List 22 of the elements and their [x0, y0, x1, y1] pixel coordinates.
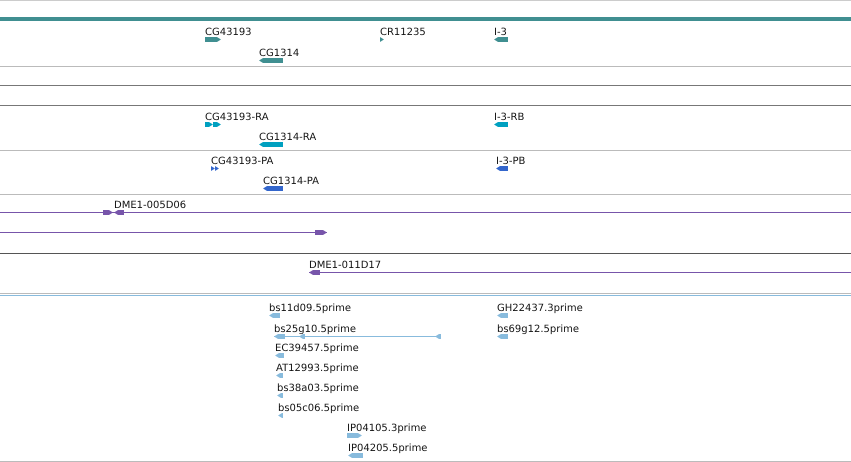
feature-label: bs69g12.5prime	[497, 324, 580, 335]
feature-label: AT12993.5prime	[276, 363, 359, 374]
feature-label: bs38a03.5prime	[277, 383, 359, 394]
feature-label: I-3-RB	[494, 112, 524, 123]
feature-label: IP04105.3prime	[347, 423, 426, 434]
feature-label: CG1314-RA	[259, 132, 316, 143]
feature-label: EC39457.5prime	[275, 343, 359, 354]
feature-label: IP04205.5prime	[348, 443, 428, 454]
feature-label: bs25g10.5prime	[274, 324, 356, 335]
feature-label: I-3-PB	[496, 156, 526, 167]
feature-label: CR11235	[380, 27, 426, 38]
feature-label: CG43193-RA	[205, 112, 269, 123]
feature-label: bs05c06.5prime	[278, 403, 360, 414]
feature-label: GH22437.3prime	[497, 303, 583, 314]
feature-label: CG43193-PA	[211, 156, 274, 167]
feature-label: DME1-005D06	[114, 200, 186, 211]
feature-label: CG1314	[259, 48, 300, 59]
feature-label: I-3	[494, 27, 507, 38]
feature-label: CG43193	[205, 27, 252, 38]
feature-label: DME1-011D17	[309, 260, 382, 271]
feature-label: bs11d09.5prime	[269, 303, 352, 314]
feature-label: CG1314-PA	[263, 176, 320, 187]
